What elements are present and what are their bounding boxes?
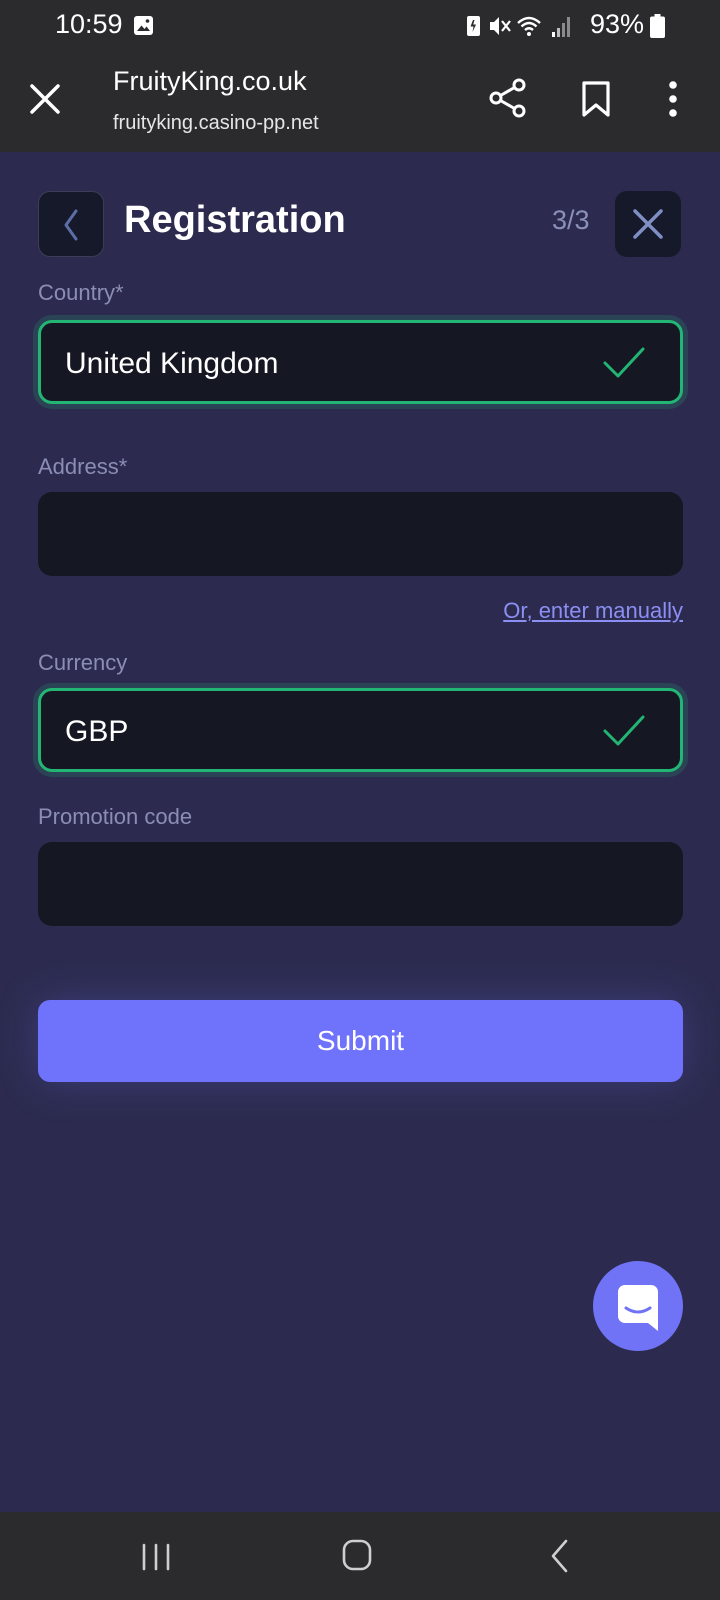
country-label: Country* — [38, 280, 124, 305]
check-icon — [603, 715, 645, 746]
more-options-icon[interactable] — [666, 80, 680, 118]
chevron-left-icon — [64, 209, 78, 241]
close-button[interactable] — [615, 191, 681, 257]
currency-label: Currency — [38, 650, 128, 675]
registration-page: Registration 3/3 Country* United Kingdom… — [0, 152, 720, 1512]
system-status-icons — [467, 16, 570, 37]
check-icon — [603, 347, 645, 378]
chat-icon — [618, 1285, 658, 1331]
battery-percentage: 93% — [590, 9, 645, 39]
close-tab-icon[interactable] — [28, 82, 62, 116]
address-label: Address* — [38, 454, 128, 479]
form-title: Registration — [124, 199, 346, 241]
recent-apps-icon[interactable] — [140, 1542, 172, 1572]
chat-button[interactable] — [593, 1261, 683, 1351]
status-bar: 10:59 93% — [0, 0, 720, 52]
battery-icon — [650, 14, 665, 38]
page-url[interactable]: fruityking.casino-pp.net — [113, 112, 319, 135]
status-time: 10:59 — [55, 9, 123, 39]
bookmark-icon[interactable] — [578, 80, 614, 118]
address-input[interactable] — [38, 492, 683, 576]
system-nav-bar — [0, 1512, 720, 1600]
browser-toolbar: FruityKing.co.uk fruityking.casino-pp.ne… — [0, 52, 720, 152]
promo-code-input[interactable] — [38, 842, 683, 926]
step-indicator: 3/3 — [552, 205, 590, 235]
enter-manually-link[interactable]: Or, enter manually — [503, 598, 683, 624]
page-title: FruityKing.co.uk — [113, 66, 307, 96]
currency-value: GBP — [65, 715, 129, 748]
share-icon[interactable] — [488, 78, 528, 118]
gallery-notification-icon — [134, 16, 153, 35]
currency-select[interactable]: GBP — [38, 688, 683, 772]
country-select[interactable]: United Kingdom — [38, 320, 683, 404]
close-icon — [633, 209, 663, 239]
back-button[interactable] — [38, 191, 104, 257]
promo-label: Promotion code — [38, 804, 193, 829]
submit-button[interactable]: Submit — [38, 1000, 683, 1082]
home-icon[interactable] — [342, 1539, 372, 1571]
back-icon[interactable] — [549, 1538, 571, 1574]
country-value: United Kingdom — [65, 347, 279, 380]
